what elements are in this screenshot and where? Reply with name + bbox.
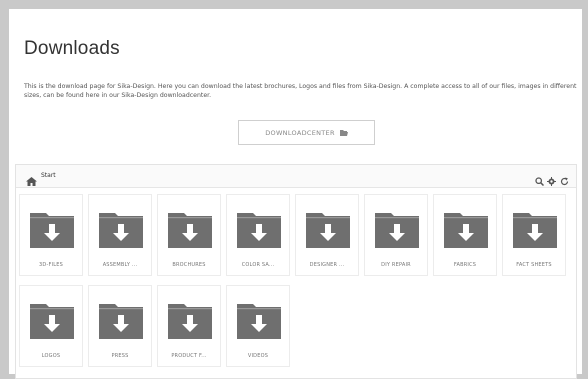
search-icon[interactable] bbox=[535, 171, 545, 190]
downloads-page: Downloads This is the download page for … bbox=[9, 9, 582, 379]
folder-label: PRODUCT F... bbox=[171, 353, 207, 359]
page-title: Downloads bbox=[24, 38, 120, 59]
folder-tile[interactable]: 3D-FILES bbox=[19, 194, 83, 276]
folder-label: ASSEMBLY ... bbox=[102, 262, 138, 268]
folder-label: FABRICS bbox=[453, 262, 477, 268]
folder-tile[interactable]: FACT SHEETS bbox=[502, 194, 566, 276]
folder-label: COLOR SA... bbox=[241, 262, 275, 268]
folder-open-icon bbox=[339, 129, 348, 136]
home-icon[interactable] bbox=[26, 171, 37, 190]
downloadcenter-label: DOWNLOADCENTER bbox=[265, 128, 335, 137]
folder-label: BROCHURES bbox=[172, 262, 206, 268]
folder-tile[interactable]: VIDEOS bbox=[226, 285, 290, 367]
folder-tile[interactable]: ASSEMBLY ... bbox=[88, 194, 152, 276]
folder-tile[interactable]: BROCHURES bbox=[157, 194, 221, 276]
folder-tile[interactable]: PRODUCT F... bbox=[157, 285, 221, 367]
browser-toolbar: Start bbox=[16, 165, 576, 188]
refresh-icon[interactable] bbox=[560, 171, 569, 190]
folder-label: FACT SHEETS bbox=[516, 262, 552, 268]
folder-tile[interactable]: FABRICS bbox=[433, 194, 497, 276]
folder-tile[interactable]: DIY REPAIR bbox=[364, 194, 428, 276]
folder-label: DESIGNER ... bbox=[309, 262, 345, 268]
downloadcenter-button[interactable]: DOWNLOADCENTER bbox=[238, 120, 375, 145]
folder-tile[interactable]: COLOR SA... bbox=[226, 194, 290, 276]
folder-tile[interactable]: DESIGNER ... bbox=[295, 194, 359, 276]
folder-label: DIY REPAIR bbox=[381, 262, 411, 268]
folder-label: LOGOS bbox=[41, 353, 61, 359]
intro-text: This is the download page for Sika-Desig… bbox=[24, 83, 577, 99]
folder-tile[interactable]: LOGOS bbox=[19, 285, 83, 367]
breadcrumb[interactable]: Start bbox=[41, 172, 56, 179]
folder-label: PRESS bbox=[111, 353, 129, 359]
file-browser: Start 3D-FILES ASSEMBLY ... BROCHURES COLOR… bbox=[15, 164, 577, 379]
gear-icon[interactable] bbox=[547, 171, 556, 190]
folder-label: VIDEOS bbox=[247, 353, 269, 359]
folder-label: 3D-FILES bbox=[39, 262, 63, 268]
folder-tile[interactable]: PRESS bbox=[88, 285, 152, 367]
